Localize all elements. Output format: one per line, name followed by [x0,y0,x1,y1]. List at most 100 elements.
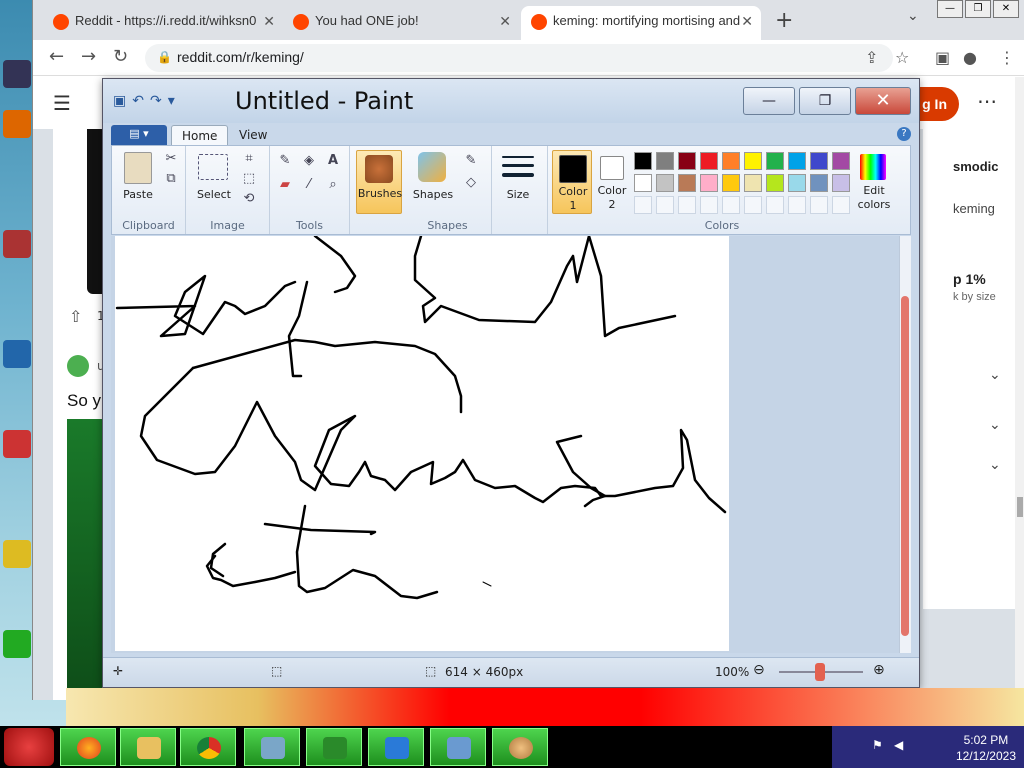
scrollbar-thumb[interactable] [901,296,909,636]
quick-access-toolbar[interactable]: ▣↶↷▾ [113,93,181,109]
bookmark-star-icon[interactable]: ☆ [895,48,909,67]
help-icon[interactable]: ? [897,127,911,141]
text-icon[interactable]: A [324,152,342,170]
address-bar[interactable]: 🔒 reddit.com/r/keming/ [145,44,893,72]
tab-view[interactable]: View [229,125,277,145]
brushes-button[interactable]: Brushes [356,150,402,214]
palette-swatch[interactable] [810,152,828,170]
taskbar-app[interactable] [120,728,176,766]
desktop-icon[interactable] [2,540,32,568]
url-text[interactable]: reddit.com/r/keming/ [177,49,304,65]
network-icon[interactable]: ⚑ [872,738,883,752]
palette-swatch[interactable] [744,174,762,192]
browser-tab[interactable]: You had ONE job! ✕ [283,6,519,40]
taskbar-app[interactable] [244,728,300,766]
more-options-icon[interactable]: ⋯ [977,89,997,113]
file-menu-button[interactable]: ▤ ▾ [111,125,167,145]
select-icon[interactable] [198,154,228,180]
lock-icon[interactable]: 🔒 [157,50,172,64]
edit-colors-icon[interactable] [860,154,886,180]
copy-icon[interactable]: ⧉ [162,170,180,188]
palette-swatch[interactable] [634,196,652,214]
crop-icon[interactable]: ⌗ [240,150,258,168]
desktop-icon[interactable] [2,110,32,138]
palette-swatch[interactable] [634,152,652,170]
desktop-icon[interactable] [2,630,32,658]
palette-swatch[interactable] [700,174,718,192]
desktop-icon[interactable] [2,340,32,368]
paste-button[interactable]: Paste [116,188,160,201]
rotate-icon[interactable]: ⟲ [240,190,258,208]
desktop-icon[interactable] [2,60,32,88]
color1-button[interactable]: Color 1 [552,150,592,214]
taskbar-app[interactable] [492,728,548,766]
sidebar-link[interactable]: k by size [953,291,996,303]
close-tab-icon[interactable]: ✕ [741,6,753,36]
taskbar-app[interactable] [180,728,236,766]
zoom-out-icon[interactable]: ⊖ [753,662,765,678]
browser-tab-active[interactable]: keming: mortifying mortising and ✕ [521,6,761,40]
select-button[interactable]: Select [192,188,236,201]
tab-search-icon[interactable]: ⌄ [907,8,919,24]
scrollbar-thumb[interactable] [1017,497,1023,517]
back-icon[interactable]: ← [49,46,64,67]
palette-swatch[interactable] [722,152,740,170]
avatar[interactable] [67,355,89,377]
fill-icon[interactable]: ◈ [300,152,318,170]
palette-swatch[interactable] [700,152,718,170]
volume-icon[interactable]: ◀ [894,738,903,752]
taskbar-app[interactable] [306,728,362,766]
start-button[interactable] [4,728,54,766]
new-tab-button[interactable]: + [775,8,793,33]
taskbar-app[interactable] [430,728,486,766]
share-icon[interactable]: ⇪ [865,48,878,67]
close-tab-icon[interactable]: ✕ [499,6,511,36]
palette-swatch[interactable] [766,152,784,170]
desktop-icon[interactable] [2,230,32,258]
paste-icon[interactable] [124,152,152,184]
drawing-canvas[interactable] [115,236,729,651]
minimize-button[interactable]: — [937,0,963,18]
palette-swatch[interactable] [678,174,696,192]
palette-swatch[interactable] [678,152,696,170]
maximize-button[interactable]: ❐ [965,0,991,18]
palette-swatch[interactable] [700,196,718,214]
color2-label[interactable]: Color [592,184,632,197]
shapes-button[interactable]: Shapes [408,188,458,201]
cut-icon[interactable]: ✂ [162,150,180,168]
size-button[interactable]: Size [492,188,544,201]
palette-swatch[interactable] [788,196,806,214]
close-button[interactable]: ✕ [993,0,1019,18]
shapes-icon[interactable] [418,152,446,182]
edit-colors-label[interactable]: Edit [850,184,898,197]
close-tab-icon[interactable]: ✕ [263,6,275,36]
minimize-button[interactable]: — [743,87,795,115]
palette-swatch[interactable] [634,174,652,192]
resize-icon[interactable]: ⬚ [240,170,258,188]
hamburger-icon[interactable]: ☰ [53,91,71,115]
upvote-icon[interactable]: ⇧ [69,307,82,326]
forward-icon[interactable]: → [81,46,96,67]
edit-colors-label-2[interactable]: colors [850,198,898,211]
palette-swatch[interactable] [744,196,762,214]
palette-swatch[interactable] [722,196,740,214]
reload-icon[interactable]: ↻ [113,46,128,67]
palette-swatch[interactable] [832,174,850,192]
zoom-slider-thumb[interactable] [815,663,825,681]
shape-fill-icon[interactable]: ◇ [462,174,480,192]
desktop-icon[interactable] [2,430,32,458]
palette-swatch[interactable] [810,196,828,214]
palette-swatch[interactable] [722,174,740,192]
clock[interactable]: 5:02 PM 12/12/2023 [956,732,1016,764]
taskbar-app[interactable] [368,728,424,766]
maximize-button[interactable]: ❐ [799,87,851,115]
browser-tab[interactable]: Reddit - https://i.redd.it/wihksn0 ✕ [43,6,283,40]
palette-swatch[interactable] [656,152,674,170]
outline-icon[interactable]: ✎ [462,152,480,170]
palette-swatch[interactable] [788,174,806,192]
chevron-down-icon[interactable]: ⌄ [989,367,1001,383]
palette-swatch[interactable] [766,196,784,214]
post-title[interactable]: So y [67,391,101,411]
tab-home[interactable]: Home [171,125,229,145]
palette-swatch[interactable] [788,152,806,170]
